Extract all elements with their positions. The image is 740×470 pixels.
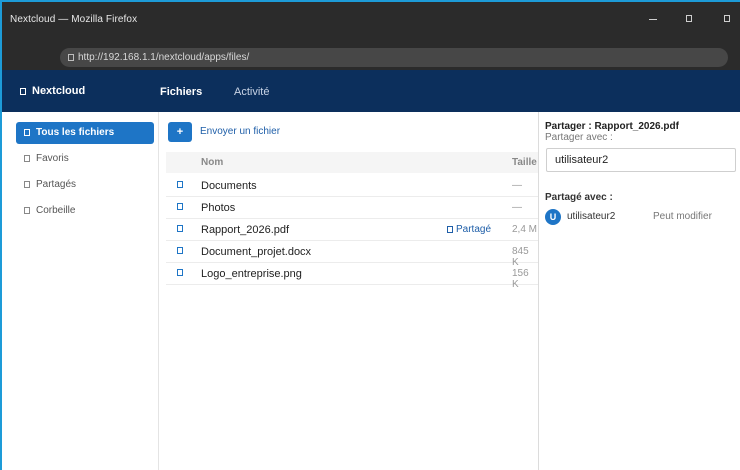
sidebar: Tous les fichiers Favoris Partagés Corbe… bbox=[2, 112, 159, 470]
sidebar-item-favorites[interactable]: Favoris bbox=[16, 148, 154, 170]
share-icon bbox=[24, 181, 30, 188]
sidebar-item-label: Corbeille bbox=[36, 205, 76, 216]
shared-label: Partagé bbox=[456, 224, 492, 235]
tab-activite[interactable]: Activité bbox=[234, 86, 269, 98]
share-icon bbox=[447, 226, 453, 233]
nextcloud-logo-icon bbox=[20, 88, 26, 95]
file-name[interactable]: Photos bbox=[201, 202, 235, 214]
share-panel: Partager : Rapport_2026.pdf Partager ave… bbox=[538, 112, 740, 470]
file-row-rapport[interactable]: Rapport_2026.pdf Partagé 2,4 M bbox=[166, 219, 538, 241]
share-panel-title: Partager : Rapport_2026.pdf bbox=[545, 121, 679, 132]
upload-file-link[interactable]: Envoyer un fichier bbox=[200, 126, 280, 137]
column-header-size[interactable]: Taille bbox=[512, 157, 537, 168]
file-name[interactable]: Logo_entreprise.png bbox=[201, 268, 302, 280]
address-bar[interactable]: http://192.168.1.1/nextcloud/apps/files/ bbox=[60, 48, 728, 67]
app-brand[interactable]: Nextcloud bbox=[20, 85, 85, 97]
file-list-header: Nom Taille bbox=[166, 152, 538, 173]
share-with-label: Partager avec : bbox=[545, 132, 613, 143]
file-icon bbox=[177, 225, 183, 232]
file-size: — bbox=[512, 202, 522, 213]
sidebar-item-label: Tous les fichiers bbox=[36, 127, 115, 138]
url-text: http://192.168.1.1/nextcloud/apps/files/ bbox=[78, 52, 250, 63]
avatar: U bbox=[545, 209, 561, 225]
title-bar: Nextcloud — Mozilla Firefox bbox=[2, 2, 740, 36]
share-user-name: utilisateur2 bbox=[567, 211, 616, 222]
window-title: Nextcloud — Mozilla Firefox bbox=[10, 14, 138, 25]
navigation-bar: http://192.168.1.1/nextcloud/apps/files/ bbox=[2, 36, 740, 70]
close-icon[interactable] bbox=[716, 11, 738, 27]
trash-icon bbox=[24, 207, 30, 214]
share-with-input[interactable]: utilisateur2 bbox=[546, 148, 736, 172]
folder-icon bbox=[177, 181, 183, 188]
file-icon bbox=[177, 269, 183, 276]
maximize-icon[interactable] bbox=[678, 11, 700, 27]
sidebar-item-label: Favoris bbox=[36, 153, 69, 164]
folder-icon bbox=[177, 203, 183, 210]
column-header-name[interactable]: Nom bbox=[201, 157, 223, 168]
shared-indicator[interactable]: Partagé bbox=[447, 224, 491, 235]
app-header: Nextcloud Fichiers Activité bbox=[2, 70, 740, 112]
file-row-document-projet[interactable]: Document_projet.docx 845 K bbox=[166, 241, 538, 268]
share-permission[interactable]: Peut modifier bbox=[653, 211, 712, 222]
folder-icon bbox=[24, 129, 30, 136]
file-name[interactable]: Documents bbox=[201, 180, 257, 192]
file-row-photos[interactable]: Photos — bbox=[166, 197, 538, 219]
file-row-logo[interactable]: Logo_entreprise.png 156 K bbox=[166, 263, 538, 290]
file-list-area: + Envoyer un fichier Nom Taille Document… bbox=[160, 112, 538, 470]
sidebar-item-label: Partagés bbox=[36, 179, 77, 190]
sidebar-item-trash[interactable]: Corbeille bbox=[16, 200, 154, 222]
sidebar-item-shared[interactable]: Partagés bbox=[16, 174, 154, 196]
file-name[interactable]: Rapport_2026.pdf bbox=[201, 224, 289, 236]
file-size: — bbox=[512, 180, 522, 191]
new-button[interactable]: + bbox=[168, 122, 192, 142]
page-info-icon[interactable] bbox=[68, 54, 74, 61]
file-row-documents[interactable]: Documents — bbox=[166, 175, 538, 197]
file-size: 2,4 M bbox=[512, 224, 538, 235]
brand-name: Nextcloud bbox=[32, 85, 86, 97]
tab-fichiers[interactable]: Fichiers bbox=[160, 86, 202, 98]
shared-with-heading: Partagé avec : bbox=[545, 192, 613, 203]
minimize-icon[interactable] bbox=[642, 11, 664, 27]
file-name[interactable]: Document_projet.docx bbox=[201, 246, 311, 258]
file-icon bbox=[177, 247, 183, 254]
file-size: 156 K bbox=[512, 268, 529, 290]
browser-window: Nextcloud — Mozilla Firefox http://192.1… bbox=[0, 0, 740, 470]
sidebar-item-all-files[interactable]: Tous les fichiers bbox=[16, 122, 154, 144]
star-icon bbox=[24, 155, 30, 162]
